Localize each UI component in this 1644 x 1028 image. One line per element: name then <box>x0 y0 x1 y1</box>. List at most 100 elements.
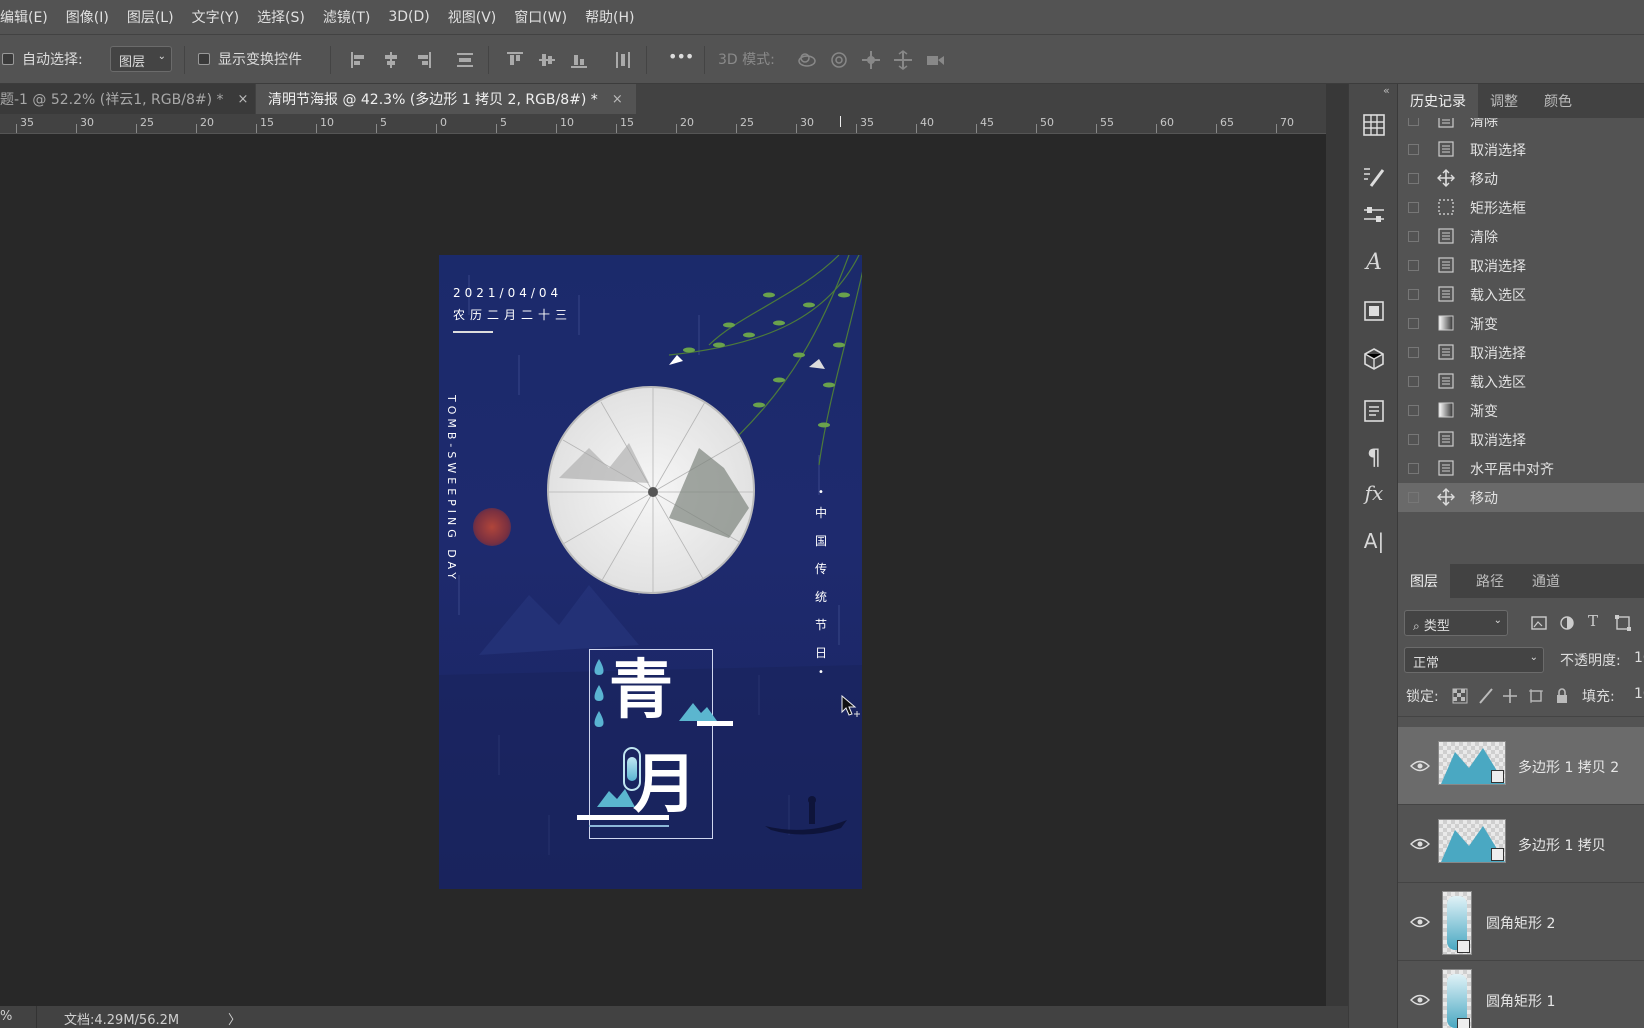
menu-3d[interactable]: 3D(D) <box>379 9 438 25</box>
layer-row[interactable]: 圆角矩形 1 <box>1398 961 1644 1028</box>
visibility-eye-icon[interactable] <box>1410 759 1430 773</box>
history-snapshot-checkbox[interactable] <box>1408 405 1419 416</box>
lock-position-icon[interactable] <box>1502 688 1518 704</box>
poster-canvas[interactable]: 2021/04/04 农历二月二十三 TOMB-SWEEPING DAY • 中… <box>439 255 862 889</box>
menu-view[interactable]: 视图(V) <box>439 7 506 27</box>
zoom-readout[interactable]: % <box>0 1009 12 1024</box>
align-top-icon[interactable] <box>504 49 526 71</box>
layer-row[interactable]: 多边形 1 拷贝 2 <box>1398 727 1644 805</box>
history-item[interactable]: 渐变 <box>1398 309 1644 338</box>
tab-paths[interactable]: 路径 <box>1464 564 1516 598</box>
pan-3d-icon[interactable] <box>860 49 882 71</box>
history-snapshot-checkbox[interactable] <box>1408 434 1419 445</box>
brush-settings-icon[interactable] <box>1361 164 1387 190</box>
orbit-3d-icon[interactable] <box>796 49 818 71</box>
layer-name[interactable]: 圆角矩形 2 <box>1486 913 1555 933</box>
opacity-value[interactable]: 10 <box>1634 650 1644 666</box>
history-snapshot-checkbox[interactable] <box>1408 289 1419 300</box>
more-options-button[interactable]: ••• <box>668 47 694 66</box>
history-item[interactable]: 移动 <box>1398 483 1644 512</box>
history-item[interactable]: 清除 <box>1398 222 1644 251</box>
blend-mode-dropdown[interactable]: 正常 ⌄ <box>1404 647 1544 673</box>
history-snapshot-checkbox[interactable] <box>1408 118 1419 126</box>
lock-transparency-icon[interactable] <box>1452 688 1468 704</box>
lock-paint-icon[interactable] <box>1478 688 1494 704</box>
menu-layer[interactable]: 图层(L) <box>118 7 183 27</box>
properties-icon[interactable] <box>1361 398 1387 424</box>
tab-adjustments[interactable]: 调整 <box>1478 84 1530 118</box>
layer-name[interactable]: 多边形 1 拷贝 <box>1518 835 1606 855</box>
history-snapshot-checkbox[interactable] <box>1408 202 1419 213</box>
layer-name[interactable]: 多边形 1 拷贝 2 <box>1518 757 1619 777</box>
character-styles-icon[interactable]: A| <box>1361 528 1387 554</box>
vertical-scrollbar[interactable] <box>1326 84 1348 1006</box>
align-right-icon[interactable] <box>412 49 434 71</box>
styles-fx-icon[interactable]: fx <box>1361 480 1387 506</box>
history-snapshot-checkbox[interactable] <box>1408 231 1419 242</box>
history-snapshot-checkbox[interactable] <box>1408 318 1419 329</box>
layer-filter-dropdown[interactable]: ⌕ 类型 ⌄ <box>1404 610 1508 636</box>
menu-help[interactable]: 帮助(H) <box>576 7 643 27</box>
tab-color[interactable]: 颜色 <box>1532 84 1584 118</box>
grid-icon[interactable] <box>1361 112 1387 138</box>
history-item[interactable]: 载入选区 <box>1398 367 1644 396</box>
menu-type[interactable]: 文字(Y) <box>183 7 248 27</box>
history-snapshot-checkbox[interactable] <box>1408 260 1419 271</box>
collapse-arrow-icon[interactable]: « <box>1383 84 1390 97</box>
layer-row[interactable]: 圆角矩形 2 <box>1398 883 1644 961</box>
close-icon[interactable]: × <box>238 92 249 107</box>
show-transform-checkbox[interactable] <box>198 53 210 65</box>
slide-3d-icon[interactable] <box>892 49 914 71</box>
auto-select-checkbox[interactable] <box>2 53 14 65</box>
history-snapshot-checkbox[interactable] <box>1408 376 1419 387</box>
libraries-icon[interactable] <box>1361 298 1387 324</box>
filter-adjustment-icon[interactable] <box>1558 614 1576 632</box>
history-snapshot-checkbox[interactable] <box>1408 492 1419 503</box>
canvas-workspace[interactable]: 2021/04/04 农历二月二十三 TOMB-SWEEPING DAY • 中… <box>0 134 1326 1006</box>
layer-name[interactable]: 圆角矩形 1 <box>1486 991 1555 1011</box>
tab-qingming-poster[interactable]: 清明节海报 @ 42.3% (多边形 1 拷贝 2, RGB/8#) * × <box>256 84 636 114</box>
history-snapshot-checkbox[interactable] <box>1408 173 1419 184</box>
roll-3d-icon[interactable] <box>828 49 850 71</box>
close-icon[interactable]: × <box>612 92 623 107</box>
menu-edit[interactable]: 编辑(E) <box>0 7 57 27</box>
status-menu-arrow[interactable]: 〉 <box>228 1009 241 1028</box>
history-item[interactable]: 水平居中对齐 <box>1398 454 1644 483</box>
visibility-eye-icon[interactable] <box>1410 837 1430 851</box>
history-item[interactable]: 清除 <box>1398 118 1644 135</box>
fill-value[interactable]: 10 <box>1634 686 1644 702</box>
auto-select-dropdown[interactable]: 图层 ⌄ <box>110 46 172 72</box>
history-item[interactable]: 移动 <box>1398 164 1644 193</box>
filter-type-icon[interactable]: T <box>1588 612 1598 630</box>
menu-image[interactable]: 图像(I) <box>57 7 118 27</box>
layer-row[interactable]: 多边形 1 拷贝 <box>1398 805 1644 883</box>
distribute-v-icon[interactable] <box>612 49 634 71</box>
distribute-icon[interactable] <box>454 49 476 71</box>
align-middle-v-icon[interactable] <box>536 49 558 71</box>
menu-window[interactable]: 窗口(W) <box>505 7 576 27</box>
filter-pixel-icon[interactable] <box>1530 614 1548 632</box>
tab-untitled[interactable]: 题-1 @ 52.2% (祥云1, RGB/8#) * × <box>0 84 255 114</box>
history-item[interactable]: 矩形选框 <box>1398 193 1644 222</box>
visibility-eye-icon[interactable] <box>1410 993 1430 1007</box>
adjustments-sliders-icon[interactable] <box>1361 202 1387 228</box>
history-item[interactable]: 渐变 <box>1398 396 1644 425</box>
3d-panel-icon[interactable] <box>1361 346 1387 372</box>
scale-3d-icon[interactable] <box>924 49 946 71</box>
tab-channels[interactable]: 通道 <box>1520 564 1572 598</box>
history-item[interactable]: 载入选区 <box>1398 280 1644 309</box>
align-left-icon[interactable] <box>348 49 370 71</box>
menu-filter[interactable]: 滤镜(T) <box>314 7 379 27</box>
paragraph-icon[interactable]: ¶ <box>1361 446 1387 472</box>
history-item[interactable]: 取消选择 <box>1398 338 1644 367</box>
lock-artboard-icon[interactable] <box>1528 688 1544 704</box>
history-item[interactable]: 取消选择 <box>1398 425 1644 454</box>
lock-all-icon[interactable] <box>1554 688 1570 704</box>
character-panel-icon[interactable]: A <box>1361 250 1387 276</box>
history-item[interactable]: 取消选择 <box>1398 251 1644 280</box>
filter-shape-icon[interactable] <box>1614 614 1632 632</box>
tab-history[interactable]: 历史记录 <box>1398 84 1478 118</box>
menu-select[interactable]: 选择(S) <box>248 7 314 27</box>
history-item[interactable]: 取消选择 <box>1398 135 1644 164</box>
history-snapshot-checkbox[interactable] <box>1408 463 1419 474</box>
